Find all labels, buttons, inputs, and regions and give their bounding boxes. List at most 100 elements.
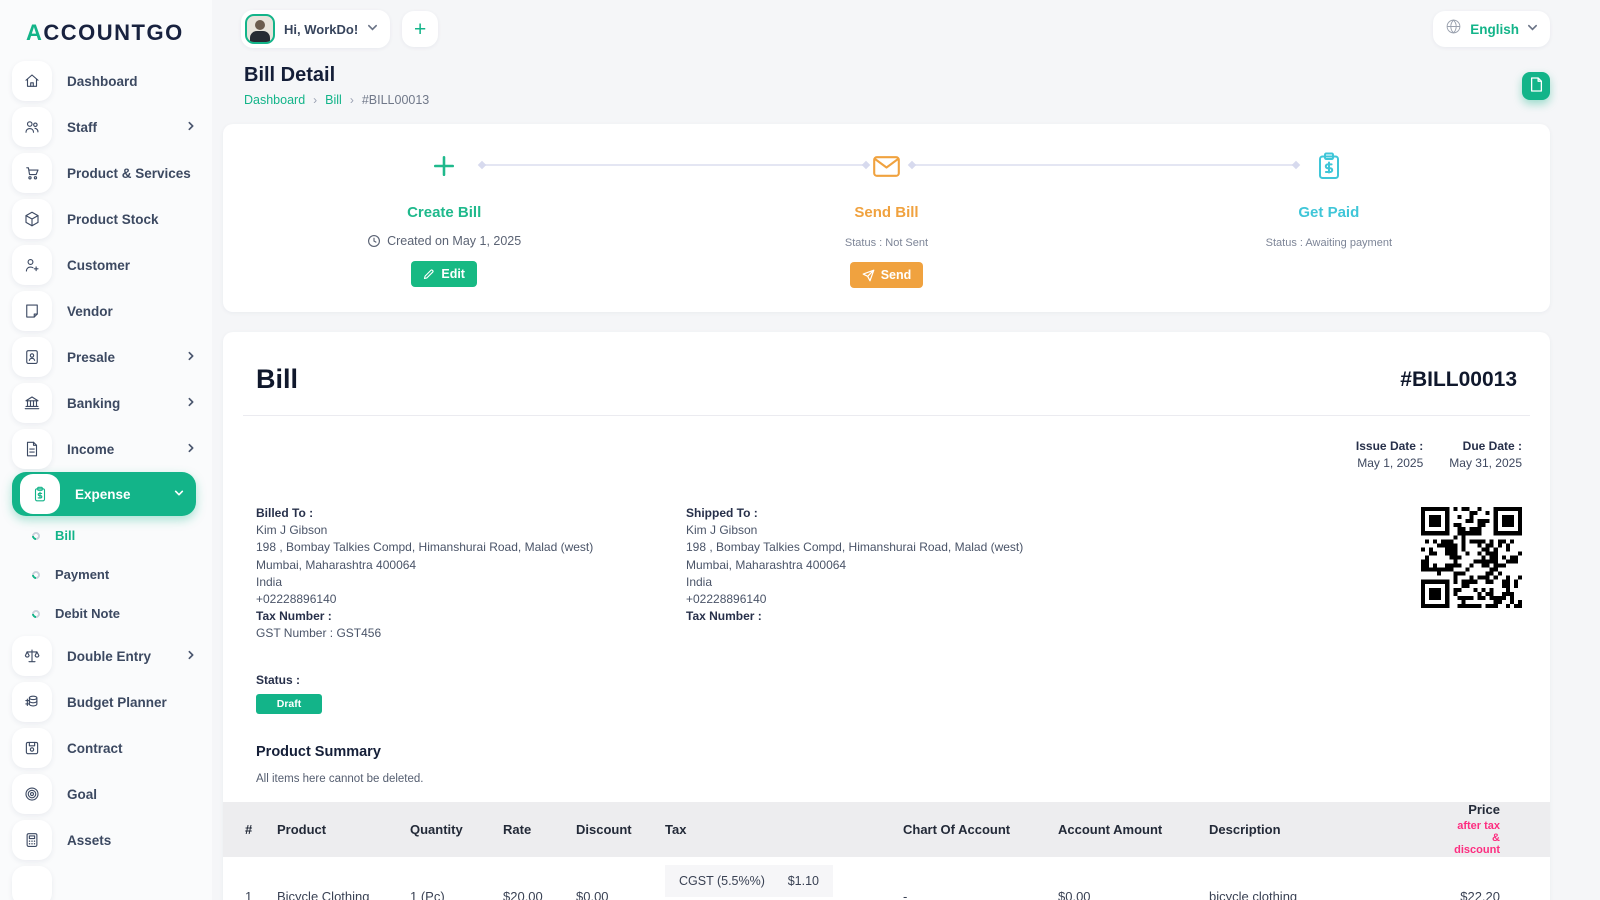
- price-subheader: after tax & discount: [1454, 820, 1500, 856]
- cell-chart-of-account: -: [895, 857, 1050, 900]
- bill-dates: Issue Date : May 1, 2025 Due Date : May …: [243, 438, 1530, 472]
- sidebar-item-product-services[interactable]: Product & Services: [0, 150, 212, 196]
- sidebar-item-label: Assets: [67, 833, 111, 848]
- issue-date: Issue Date : May 1, 2025: [1356, 438, 1423, 472]
- sidebar-item-income[interactable]: Income: [0, 426, 212, 472]
- sidebar-item-expense[interactable]: Expense: [12, 472, 196, 516]
- note-icon: [12, 291, 52, 331]
- sidebar: ACCOUNTGO Dashboard Staff Product & Serv…: [0, 0, 212, 900]
- sidebar-item-contract[interactable]: Contract: [0, 725, 212, 771]
- chevron-right-icon: [186, 647, 196, 665]
- brand-logo: ACCOUNTGO: [0, 0, 212, 46]
- add-button[interactable]: +: [402, 11, 438, 47]
- sidebar-item-double-entry[interactable]: Double Entry: [0, 633, 212, 679]
- sidebar-item-label: Goal: [67, 787, 97, 802]
- chevron-right-icon: [186, 118, 196, 136]
- avatar: [245, 14, 275, 44]
- language-label: English: [1470, 22, 1519, 37]
- col-quantity: Quantity: [402, 802, 495, 857]
- breadcrumb-dashboard-link[interactable]: Dashboard: [244, 93, 305, 107]
- main-content: Hi, WorkDo! + English Bill Detail Dashbo…: [212, 0, 1600, 900]
- product-summary-note: All items here cannot be deleted.: [256, 773, 1530, 785]
- sidebar-item-staff[interactable]: Staff: [0, 104, 212, 150]
- export-document-button[interactable]: [1522, 72, 1550, 100]
- sidebar-item-budget-planner[interactable]: Budget Planner: [0, 679, 212, 725]
- col-tax: Tax: [657, 802, 895, 857]
- user-plus-icon: [12, 245, 52, 285]
- product-summary-title: Product Summary: [256, 744, 1530, 760]
- sidebar-item-customer[interactable]: Customer: [0, 242, 212, 288]
- sidebar-item-label: Bill: [55, 528, 75, 543]
- cell-account-amount: $0.00: [1050, 857, 1201, 900]
- sidebar-item-label: Staff: [67, 120, 97, 135]
- sidebar-item-label: Payment: [55, 567, 109, 582]
- breadcrumb: Dashboard › Bill › #BILL00013: [244, 93, 429, 107]
- sidebar-item-dashboard[interactable]: Dashboard: [0, 58, 212, 104]
- file-text-icon: [12, 429, 52, 469]
- step-title: Get Paid: [1298, 204, 1359, 221]
- sidebar-item-banking[interactable]: Banking: [0, 380, 212, 426]
- col-description: Description: [1201, 802, 1446, 857]
- sidebar-item-label: Dashboard: [67, 74, 138, 89]
- paper-plane-icon: [862, 269, 875, 282]
- sidebar-item-label: Product Stock: [67, 212, 159, 227]
- document-icon: [1530, 77, 1543, 95]
- user-menu[interactable]: Hi, WorkDo!: [241, 10, 390, 48]
- sidebar-item-presale[interactable]: Presale: [0, 334, 212, 380]
- sidebar-item-label: Debit Note: [55, 606, 120, 621]
- page-header: Bill Detail Dashboard › Bill › #BILL0001…: [244, 64, 1550, 107]
- send-bill-button[interactable]: Send: [850, 262, 924, 288]
- envelope-icon: [873, 150, 900, 182]
- sidebar-item-label: Expense: [75, 487, 131, 502]
- breadcrumb-bill-link[interactable]: Bill: [325, 93, 342, 107]
- sidebar-nav: Dashboard Staff Product & Services Produ…: [0, 58, 212, 900]
- product-table: # Product Quantity Rate Discount Tax Cha…: [223, 802, 1550, 900]
- step-send-bill: Send Bill Status : Not Sent Send: [665, 150, 1107, 312]
- cell-discount: $0.00: [568, 857, 657, 900]
- bullet-icon: [30, 608, 41, 619]
- sidebar-item-label: Contract: [67, 741, 123, 756]
- col-price: Price after tax & discount: [1446, 802, 1550, 857]
- billed-to-block: Billed To : Kim J Gibson 198 , Bombay Ta…: [256, 505, 686, 643]
- sidebar-subitem-bill[interactable]: Bill: [0, 516, 212, 555]
- coins-icon: [12, 682, 52, 722]
- col-rate: Rate: [495, 802, 568, 857]
- step-title: Create Bill: [407, 204, 481, 221]
- edit-bill-button[interactable]: Edit: [411, 261, 477, 287]
- cell-description: bicycle clothing: [1201, 857, 1446, 900]
- bill-number: #BILL00013: [1400, 368, 1517, 392]
- chevron-down-icon: [1527, 20, 1538, 38]
- step-status: Status : Not Sent: [845, 237, 928, 249]
- sidebar-subitem-payment[interactable]: Payment: [0, 555, 212, 594]
- language-selector[interactable]: English: [1433, 11, 1550, 47]
- shipped-to-block: Shipped To : Kim J Gibson 198 , Bombay T…: [686, 505, 1421, 643]
- sidebar-subitem-debit-note[interactable]: Debit Note: [0, 594, 212, 633]
- clock-icon: [367, 234, 381, 248]
- step-status: Status : Awaiting payment: [1266, 237, 1392, 249]
- sidebar-item-product-stock[interactable]: Product Stock: [0, 196, 212, 242]
- sidebar-item-label: Customer: [67, 258, 130, 273]
- sidebar-item-partial: [0, 863, 212, 900]
- sidebar-item-goal[interactable]: Goal: [0, 771, 212, 817]
- cell-rate: $20.00: [495, 857, 568, 900]
- sidebar-item-assets[interactable]: Assets: [0, 817, 212, 863]
- divider: [243, 415, 1530, 416]
- bullet-icon: [30, 530, 41, 541]
- contract-icon: [12, 728, 52, 768]
- table-header-row: # Product Quantity Rate Discount Tax Cha…: [223, 802, 1550, 857]
- col-account-amount: Account Amount: [1050, 802, 1201, 857]
- sidebar-item-label: Product & Services: [67, 166, 191, 181]
- sidebar-item-vendor[interactable]: Vendor: [0, 288, 212, 334]
- step-get-paid: Get Paid Status : Awaiting payment: [1108, 150, 1550, 312]
- bill-card: Bill #BILL00013 Issue Date : May 1, 2025…: [223, 332, 1550, 900]
- cell-quantity: 1 (Pc): [402, 857, 495, 900]
- bank-icon: [12, 383, 52, 423]
- bill-status: Status : Draft: [256, 673, 1530, 714]
- globe-icon: [1445, 18, 1462, 40]
- partial-icon: [12, 866, 52, 900]
- sidebar-item-label: Double Entry: [67, 649, 151, 664]
- step-title: Send Bill: [854, 204, 918, 221]
- qr-code: [1421, 507, 1522, 608]
- sidebar-item-label: Budget Planner: [67, 695, 167, 710]
- scale-icon: [12, 636, 52, 676]
